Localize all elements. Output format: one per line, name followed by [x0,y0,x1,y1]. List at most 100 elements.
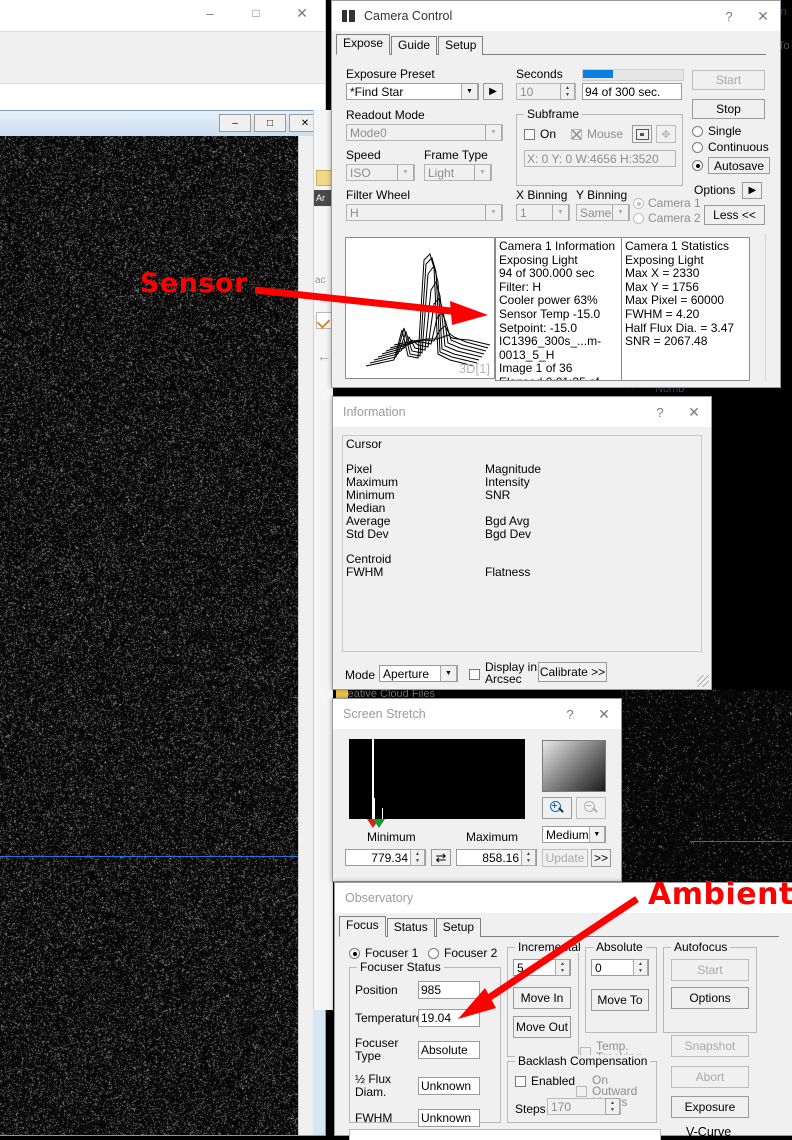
readout-mode-combo[interactable]: Mode0 ▼ [346,124,503,141]
outer-maximize-button[interactable]: □ [233,0,279,31]
chevron-down-icon[interactable]: ▼ [612,204,629,221]
incremental-spinner[interactable]: 5 ▲ ▼ [513,959,571,976]
abort-button[interactable]: Abort [671,1066,749,1088]
tab-obs-setup[interactable]: Setup [436,918,481,937]
histogram-panel[interactable] [349,739,525,819]
speed-combo[interactable]: ISO ▼ [346,164,415,181]
chevron-down-icon[interactable]: ▼ [440,665,457,682]
focuser1-radio-row[interactable]: Focuser 1 [349,947,418,960]
exposure-button[interactable]: Exposure [671,1096,749,1118]
focuser2-radio[interactable] [428,948,439,959]
camera-control-tabs[interactable]: Expose Guide Setup [336,35,766,55]
minimum-spinner[interactable]: 779.34 ▲ ▼ [345,849,426,866]
subframe-on-row[interactable]: On [524,128,556,141]
continuous-radio[interactable] [692,142,703,153]
spinner-arrows[interactable]: ▲ ▼ [633,959,648,976]
options-row[interactable]: Options ▶ [694,182,762,199]
focuser-status-rows: Position 985 Temperature 19.04 Focuser Type A… [355,981,497,1137]
options-arrow-button[interactable]: ▶ [742,182,762,199]
spinner-arrows[interactable]: ▲ ▼ [521,849,536,866]
absolute-spinner[interactable]: 0 ▲ ▼ [591,959,649,976]
x-binning-combo[interactable]: 1 ▼ [516,204,570,221]
chevron-down-icon[interactable]: ▼ [485,204,502,221]
autosave-radio-row[interactable]: Autosave [692,157,770,174]
speed-value: ISO [350,166,371,180]
screen-stretch-help-button[interactable]: ? [553,699,587,729]
tab-expose[interactable]: Expose [336,34,390,55]
image-minimize-button[interactable]: – [219,114,251,132]
mode-combo[interactable]: Aperture ▼ [379,665,458,682]
autofocus-options-button[interactable]: Options [671,987,749,1009]
chevron-down-icon[interactable]: ▼ [485,124,502,141]
observatory-tabs[interactable]: Focus Status Setup [339,917,779,937]
camera-control-vscroll[interactable] [765,233,778,381]
outer-minimize-button[interactable]: – [187,0,233,31]
swap-min-max-button[interactable]: ⇄ [431,849,451,866]
focuser1-radio[interactable] [349,948,360,959]
stretch-preset-combo[interactable]: Medium ▼ [542,826,606,843]
autofocus-start-button[interactable]: Start [671,959,749,981]
information-close-button[interactable]: ✕ [677,397,711,427]
image-vscrollbar[interactable] [298,136,313,1135]
chevron-down-icon[interactable]: ▼ [589,826,605,843]
collapse-left-icon[interactable]: ← [317,348,331,364]
exposure-preset-run-button[interactable]: ▶ [483,83,503,100]
maximum-spinner[interactable]: 858.16 ▲ ▼ [456,849,537,866]
spinner-arrows[interactable]: ▲ ▼ [605,1098,620,1115]
backlash-enabled-checkbox[interactable] [515,1076,526,1087]
subframe-mouse-row: Mouse [571,128,623,141]
tab-guide[interactable]: Guide [391,36,437,55]
stop-button[interactable]: Stop [692,99,765,119]
chevron-down-icon[interactable]: ▼ [461,83,478,100]
stretch-more-button[interactable]: >> [591,849,611,867]
subframe-on-checkbox[interactable] [524,129,535,140]
tab-focus[interactable]: Focus [339,916,386,937]
spinner-arrows[interactable]: ▲ ▼ [560,83,575,100]
autosave-radio[interactable] [692,160,703,171]
information-resize-grip[interactable] [697,675,709,687]
seconds-spinner[interactable]: 10 ▲ ▼ [516,83,576,100]
outer-close-button[interactable]: ✕ [279,0,325,31]
frame-type-combo[interactable]: Light ▼ [424,164,492,181]
steps-spinner[interactable]: 170 ▲ ▼ [547,1098,621,1115]
single-radio-row[interactable]: Single [692,125,741,138]
snapshot-button[interactable]: Snapshot [671,1035,749,1057]
start-button[interactable]: Start [692,70,765,90]
camera-control-window: Camera Control ? ✕ Expose Guide Setup Ex… [331,0,781,388]
histogram-max-marker[interactable] [373,819,385,828]
camera-control-help-button[interactable]: ? [712,1,746,31]
chevron-down-icon[interactable]: ▼ [552,204,569,221]
zoom-in-button[interactable] [542,797,572,819]
camera1-radio [633,198,644,209]
tab-status[interactable]: Status [387,918,435,937]
move-in-button[interactable]: Move In [513,987,571,1009]
information-help-button[interactable]: ? [643,397,677,427]
camera-control-close-button[interactable]: ✕ [746,1,780,31]
continuous-radio-row[interactable]: Continuous [692,141,769,154]
backlash-enabled-row[interactable]: Enabled [515,1075,575,1088]
move-out-button[interactable]: Move Out [513,1016,571,1038]
tab-setup[interactable]: Setup [438,36,483,55]
chevron-down-icon[interactable]: ▼ [397,164,414,181]
subframe-pick-button[interactable] [632,125,652,143]
update-button[interactable]: Update [542,849,588,867]
autosave-button[interactable]: Autosave [708,157,770,174]
display-arcsec-checkbox[interactable] [469,668,480,680]
move-to-button[interactable]: Move To [591,989,649,1011]
y-binning-combo[interactable]: Same ▼ [576,204,630,221]
screen-stretch-close-button[interactable]: ✕ [587,699,621,729]
screen-stretch-title: Screen Stretch [343,707,553,721]
zoom-out-button[interactable] [576,797,606,819]
calibrate-button[interactable]: Calibrate >> [538,662,607,682]
exposure-preset-combo[interactable]: *Find Star ▼ [346,83,479,100]
focuser2-radio-row[interactable]: Focuser 2 [428,947,497,960]
less-button[interactable]: Less << [704,205,765,225]
camera1-label: Camera 1 [648,197,701,210]
chevron-down-icon[interactable]: ▼ [474,164,491,181]
filter-wheel-combo[interactable]: H ▼ [346,204,503,221]
image-restore-button[interactable]: □ [254,114,286,132]
spinner-arrows[interactable]: ▲ ▼ [410,849,425,866]
spinner-arrows[interactable]: ▲ ▼ [555,959,570,976]
single-radio[interactable] [692,126,703,137]
subframe-expand-button[interactable]: ✥ [656,125,676,143]
